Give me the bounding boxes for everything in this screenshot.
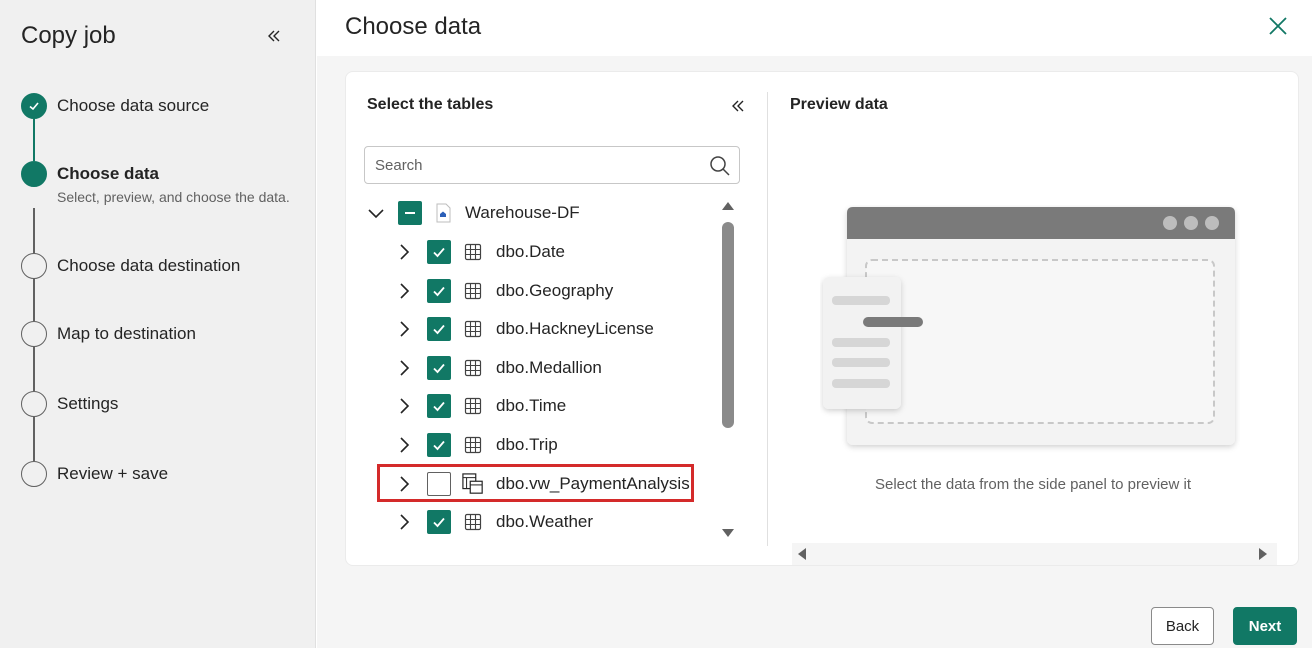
scroll-right-button[interactable]	[1255, 546, 1271, 562]
table-row[interactable]: dbo.Medallion	[394, 352, 602, 384]
checkmark-icon	[29, 102, 39, 111]
horizontal-scrollbar[interactable]	[792, 543, 1277, 565]
step-connector	[33, 119, 35, 161]
table-name: dbo.Date	[496, 242, 565, 261]
table-icon	[462, 357, 484, 379]
step-connector	[33, 278, 35, 321]
chevron-right-icon[interactable]	[394, 435, 414, 455]
step-pending-indicator	[21, 461, 47, 487]
step-pending-indicator	[21, 391, 47, 417]
table-name: dbo.Trip	[496, 435, 558, 454]
back-button[interactable]: Back	[1151, 607, 1214, 645]
triangle-left-icon	[798, 548, 806, 560]
root-checkbox[interactable]	[398, 201, 422, 225]
empty-preview-message: Select the data from the side panel to p…	[874, 476, 1191, 493]
table-name: dbo.Geography	[496, 281, 614, 300]
table-row[interactable]: dbo.Trip	[394, 429, 558, 461]
step-connector	[33, 417, 35, 461]
chevron-right-icon[interactable]	[394, 319, 414, 339]
double-chevron-left-icon	[268, 30, 280, 42]
empty-preview-illustration	[823, 207, 1235, 445]
close-button[interactable]	[1264, 12, 1292, 40]
table-checkbox[interactable]	[427, 394, 451, 418]
tree-root-warehouse[interactable]: Warehouse-DF	[366, 197, 580, 229]
table-name: dbo.Time	[496, 396, 567, 415]
table-icon	[462, 280, 484, 302]
table-icon	[462, 395, 484, 417]
chevron-down-icon[interactable]	[366, 203, 386, 223]
search-field[interactable]	[364, 146, 740, 184]
step-label: Choose data	[57, 164, 160, 183]
page-title: Choose data	[345, 13, 482, 40]
table-checkbox[interactable]	[427, 433, 451, 457]
step-description: Select, preview, and choose the data.	[57, 189, 290, 205]
step-current-indicator	[21, 161, 47, 187]
table-icon	[462, 318, 484, 340]
step-label: Choose data source	[57, 96, 210, 115]
table-row[interactable]: dbo.Geography	[394, 275, 613, 307]
step-label: Review + save	[57, 464, 169, 483]
table-checkbox[interactable]	[427, 510, 451, 534]
chevron-right-icon[interactable]	[394, 396, 414, 416]
scroll-left-button[interactable]	[794, 546, 810, 562]
step-pending-indicator	[21, 321, 47, 347]
chevron-right-icon[interactable]	[394, 242, 414, 262]
collapse-tables-panel-button[interactable]	[726, 94, 750, 118]
step-label: Choose data destination	[57, 256, 241, 275]
chevron-right-icon[interactable]	[394, 512, 414, 532]
search-input[interactable]	[375, 155, 705, 175]
highlight-annotation	[377, 464, 694, 502]
table-name: dbo.HackneyLicense	[496, 319, 654, 338]
warehouse-icon	[432, 202, 454, 224]
table-checkbox[interactable]	[427, 356, 451, 380]
wizard-sidebar: Copy job Choose data source Choose data …	[0, 0, 316, 648]
double-chevron-left-icon	[732, 100, 744, 112]
preview-panel-heading: Preview data	[790, 96, 888, 113]
step-label: Map to destination	[57, 324, 196, 343]
step-pending-indicator	[21, 253, 47, 279]
table-row[interactable]: dbo.Weather	[394, 506, 593, 538]
wizard-title: Copy job	[21, 22, 116, 49]
step-connector	[33, 347, 35, 391]
step-label: Settings	[57, 394, 119, 413]
table-icon	[462, 434, 484, 456]
table-icon	[462, 241, 484, 263]
triangle-up-icon	[722, 202, 734, 210]
vertical-scrollbar-thumb[interactable]	[722, 222, 734, 428]
table-checkbox[interactable]	[427, 317, 451, 341]
tree-root-label: Warehouse-DF	[465, 203, 580, 222]
table-name: dbo.Medallion	[496, 358, 602, 377]
step-complete-indicator	[21, 93, 47, 119]
table-row[interactable]: dbo.Time	[394, 390, 566, 422]
table-row[interactable]: dbo.HackneyLicense	[394, 313, 654, 345]
collapse-sidebar-button[interactable]	[262, 24, 286, 48]
table-checkbox[interactable]	[427, 240, 451, 264]
table-name: dbo.Weather	[496, 512, 594, 531]
triangle-down-icon	[722, 529, 734, 537]
search-icon[interactable]	[709, 155, 731, 177]
table-icon	[462, 511, 484, 533]
scroll-up-button[interactable]	[720, 199, 736, 213]
chevron-right-icon[interactable]	[394, 281, 414, 301]
chevron-right-icon[interactable]	[394, 358, 414, 378]
step-connector	[33, 208, 35, 253]
scroll-down-button[interactable]	[720, 526, 736, 540]
next-button[interactable]: Next	[1233, 607, 1297, 645]
table-row[interactable]: dbo.Date	[394, 236, 565, 268]
triangle-right-icon	[1259, 548, 1267, 560]
table-checkbox[interactable]	[427, 279, 451, 303]
tables-panel-heading: Select the tables	[367, 96, 494, 113]
close-icon	[1269, 17, 1287, 35]
